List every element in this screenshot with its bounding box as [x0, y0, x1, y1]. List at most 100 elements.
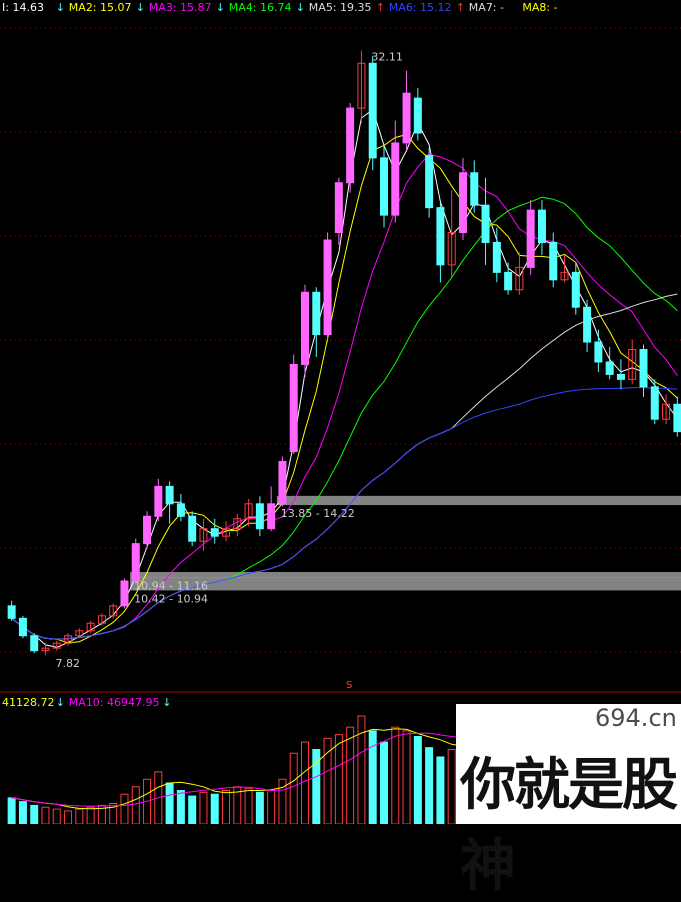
ma-line: [11, 108, 678, 648]
volume-bar: [334, 734, 343, 824]
zone-band: [130, 577, 681, 591]
volume-bar: [447, 749, 456, 824]
zone-band: [276, 495, 681, 506]
volume-bar: [188, 795, 197, 824]
zone-label: 10.42 - 10.94: [134, 592, 208, 605]
candle-body: [413, 97, 422, 134]
volume-bar: [301, 741, 310, 824]
zone-label: 13.85 - 14.22: [281, 507, 355, 520]
candle-body: [30, 635, 39, 652]
legend-entry: MA10: 46947.95: [69, 696, 160, 709]
volume-bar: [86, 806, 95, 824]
candle-body: [470, 172, 479, 206]
watermark-domain: 694.cn: [595, 704, 677, 732]
candle-body: [312, 291, 321, 336]
zone-band: [130, 572, 681, 579]
candle-body: [165, 485, 174, 505]
volume-bar: [222, 789, 231, 824]
low-label: 7.82: [55, 657, 80, 670]
legend-entry: MA5: 19.35: [309, 1, 372, 14]
signal-marker: S: [346, 680, 352, 691]
high-label: 32.11: [371, 51, 403, 64]
volume-bar: [289, 752, 298, 824]
candle-body: [176, 503, 185, 517]
candlestick-chart: 13.85 - 14.22 10.94 - 11.1610.42 - 10.94 3…: [0, 1, 681, 824]
candle-body: [537, 209, 546, 243]
candle-body: [18, 617, 27, 637]
legend-arrow: ↓: [56, 1, 65, 14]
legend-entry: MA3: 15.87: [149, 1, 212, 14]
volume-bar: [346, 726, 355, 824]
legend-arrow: ↑: [376, 1, 385, 14]
legend-arrow: ↑: [456, 1, 465, 14]
volume-bar: [267, 789, 276, 824]
candle-body: [616, 373, 625, 380]
candle-body: [346, 107, 355, 184]
candle-body: [289, 363, 298, 453]
candle-body: [143, 515, 152, 545]
price-grid: [0, 27, 681, 693]
legend-entry: MA6: 15.12: [389, 1, 452, 14]
candle-body: [504, 271, 513, 291]
candle-body: [605, 361, 614, 375]
candle-body: [7, 605, 16, 619]
candle-body: [594, 341, 603, 363]
candle-body: [526, 209, 535, 268]
legend-entry: 41128.72: [2, 696, 55, 709]
candle-body: [571, 271, 580, 308]
price-zones: [130, 495, 681, 591]
candle-body: [492, 241, 501, 273]
candle-body: [402, 92, 411, 144]
zone-label: 10.94 - 11.16: [134, 579, 208, 592]
candle-body: [458, 172, 467, 234]
volume-bar: [18, 801, 27, 824]
candle-body: [379, 157, 388, 216]
volume-bar: [64, 810, 73, 824]
legend-arrow: ↓: [296, 1, 305, 14]
chart-labels: 13.85 - 14.22 10.94 - 11.1610.42 - 10.94 3…: [2, 1, 558, 709]
volume-bar: [120, 793, 129, 824]
candle-body: [334, 182, 343, 234]
candle-body: [120, 580, 129, 607]
ma-line: [11, 153, 678, 640]
volume-bar: [30, 804, 39, 824]
volume-bar: [210, 793, 219, 824]
volume-bar: [244, 788, 253, 824]
candle-body: [267, 503, 276, 530]
legend-arrow: ↓: [136, 1, 145, 14]
candle-body: [301, 291, 310, 365]
candle-body: [481, 204, 490, 243]
candle-body: [650, 386, 659, 420]
legend-entry: I: 14.63: [2, 1, 44, 14]
candle-body: [154, 485, 163, 517]
volume-bar: [41, 806, 50, 824]
volume-bar: [379, 741, 388, 824]
volume-bar: [199, 791, 208, 824]
legend-arrow: ↓: [56, 696, 65, 709]
legend-arrow: ↓: [162, 696, 171, 709]
volume-bar: [7, 797, 16, 824]
candle-body: [391, 142, 400, 216]
candle-body: [255, 503, 264, 530]
legend-entry: MA4: 16.74: [229, 1, 292, 14]
volume-bar: [425, 747, 434, 824]
candle-body: [436, 207, 445, 266]
candle-body: [278, 461, 287, 505]
legend-entry: MA7: -: [469, 1, 504, 14]
volume-bar: [255, 791, 264, 824]
volume-bar: [165, 782, 174, 824]
ma-line: [11, 133, 678, 644]
volume-bar: [391, 726, 400, 824]
candle-body: [323, 239, 332, 336]
moving-average-lines: [11, 108, 678, 648]
candle-body: [549, 241, 558, 281]
legend-entry: MA8: -: [522, 1, 557, 14]
volume-bar: [75, 808, 84, 824]
volume-bar: [176, 789, 185, 824]
candle-body: [673, 403, 681, 433]
volume-bar: [413, 735, 422, 824]
volume-bar: [436, 756, 445, 824]
legend-arrow: ↓: [216, 1, 225, 14]
legend-entry: MA2: 15.07: [69, 1, 132, 14]
candle-body: [210, 528, 219, 537]
